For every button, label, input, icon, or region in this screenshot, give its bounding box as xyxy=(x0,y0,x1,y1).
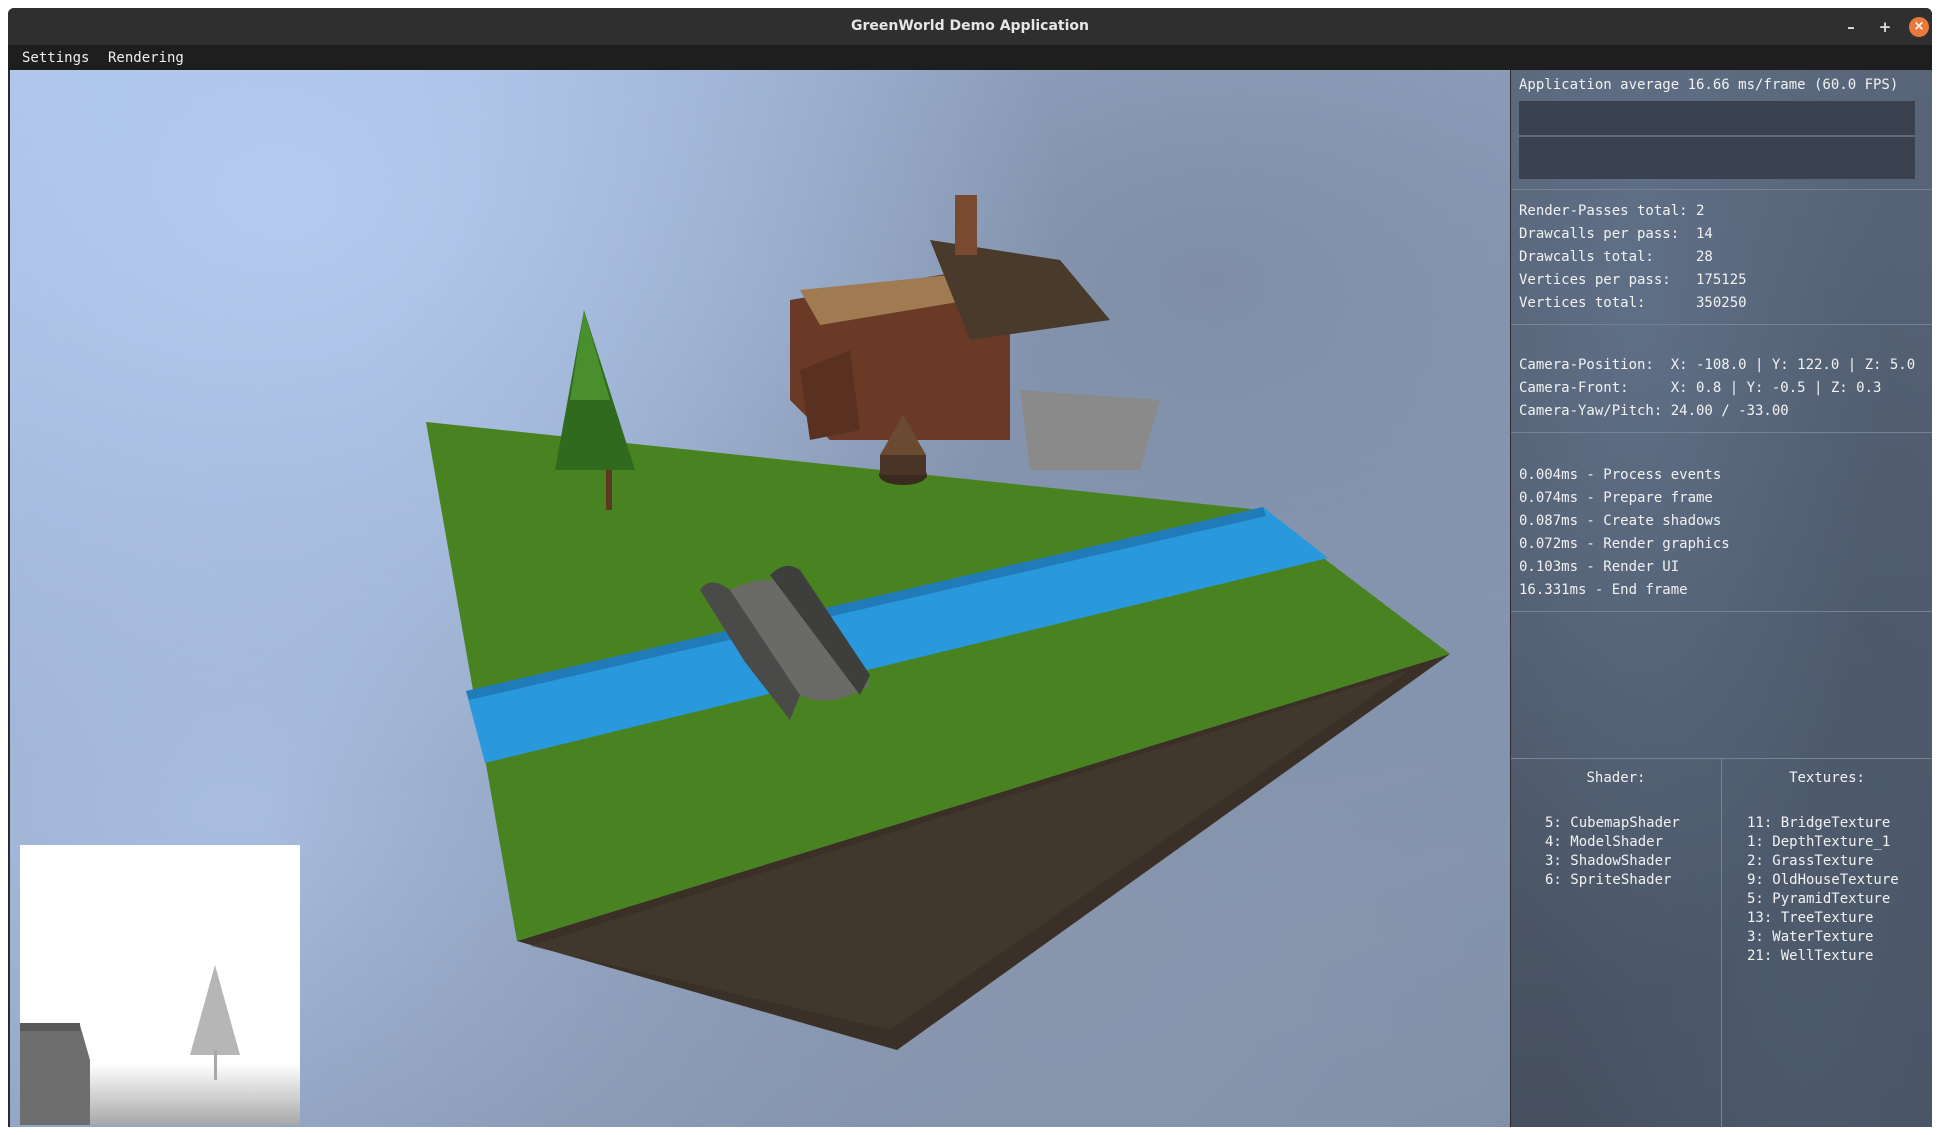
timing-render-ui: 0.103ms - Render UI xyxy=(1519,559,1680,575)
minimize-button[interactable]: – xyxy=(1841,17,1861,37)
timing-prepare-frame: 0.074ms - Prepare frame xyxy=(1519,490,1713,506)
frame-time-graph xyxy=(1519,101,1915,179)
timing-create-shadows: 0.087ms - Create shadows xyxy=(1519,513,1722,529)
divider xyxy=(1511,324,1932,325)
camera-yaw-pitch-stat: Camera-Yaw/Pitch: 24.00 / -33.00 xyxy=(1519,403,1789,419)
app-window: GreenWorld Demo Application – + × Settin… xyxy=(8,8,1932,1127)
title-bar[interactable]: GreenWorld Demo Application – + × xyxy=(8,8,1932,45)
texture-item: 13: TreeTexture xyxy=(1747,910,1874,926)
shader-item: 4: ModelShader xyxy=(1545,834,1664,850)
texture-item: 5: PyramidTexture xyxy=(1747,891,1891,907)
timing-render-graphics: 0.072ms - Render graphics xyxy=(1519,536,1730,552)
drawcalls-per-pass-stat: Drawcalls per pass: 14 xyxy=(1519,226,1713,242)
texture-item: 1: DepthTexture_1 xyxy=(1747,834,1891,850)
timing-process-events: 0.004ms - Process events xyxy=(1519,467,1722,483)
texture-item: 3: WaterTexture xyxy=(1747,929,1874,945)
shader-list-title: Shader: xyxy=(1586,770,1646,786)
3d-viewport[interactable] xyxy=(10,70,1510,1127)
render-passes-stat: Render-Passes total: 2 xyxy=(1519,203,1705,219)
texture-item: 21: WellTexture xyxy=(1747,948,1874,964)
texture-item: 9: OldHouseTexture xyxy=(1747,872,1899,888)
texture-list-title: Textures: xyxy=(1789,770,1865,786)
timing-end-frame: 16.331ms - End frame xyxy=(1519,582,1688,598)
texture-item: 2: GrassTexture xyxy=(1747,853,1874,869)
shader-item: 6: SpriteShader xyxy=(1545,872,1672,888)
camera-front-stat: Camera-Front: X: 0.8 | Y: -0.5 | Z: 0.3 xyxy=(1519,380,1882,396)
shadow-map-preview xyxy=(20,845,300,1125)
old-house xyxy=(790,195,1160,470)
stats-panel: Application average 16.66 ms/frame (60.0… xyxy=(1511,70,1932,1127)
column-divider xyxy=(1721,758,1722,1127)
vertices-per-pass-stat: Vertices per pass: 175125 xyxy=(1519,272,1747,288)
vertices-total-stat: Vertices total: 350250 xyxy=(1519,295,1747,311)
divider xyxy=(1511,432,1932,433)
menu-bar: Settings Rendering xyxy=(8,45,1932,70)
drawcalls-total-stat: Drawcalls total: 28 xyxy=(1519,249,1713,265)
divider xyxy=(1511,189,1932,190)
shader-item: 5: CubemapShader xyxy=(1545,815,1680,831)
menu-rendering[interactable]: Rendering xyxy=(108,50,184,66)
maximize-button[interactable]: + xyxy=(1875,17,1895,37)
shader-item: 3: ShadowShader xyxy=(1545,853,1672,869)
fps-readout: Application average 16.66 ms/frame (60.0… xyxy=(1519,77,1899,93)
window-title: GreenWorld Demo Application xyxy=(850,18,1089,34)
divider xyxy=(1511,611,1932,612)
close-button[interactable]: × xyxy=(1909,17,1929,37)
texture-item: 11: BridgeTexture xyxy=(1747,815,1891,831)
menu-settings[interactable]: Settings xyxy=(22,50,89,66)
camera-position-stat: Camera-Position: X: -108.0 | Y: 122.0 | … xyxy=(1519,357,1916,373)
